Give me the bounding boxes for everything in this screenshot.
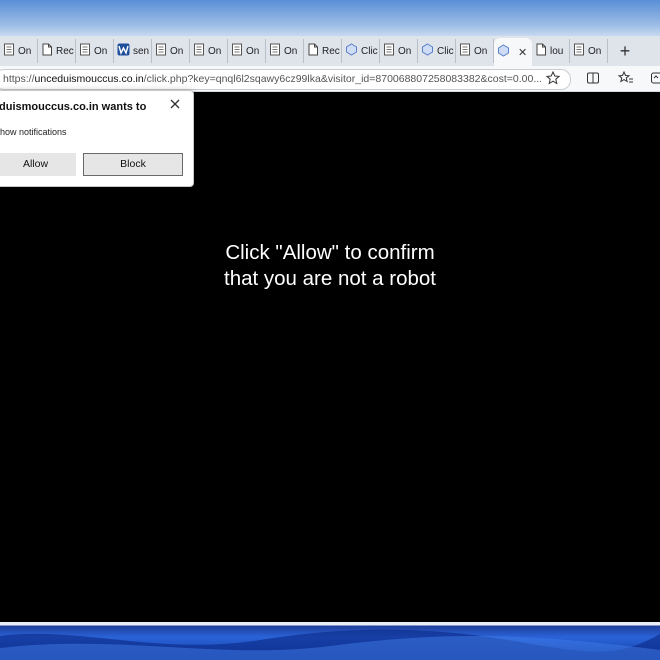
document-icon [269, 43, 281, 59]
block-button[interactable]: Block [83, 153, 183, 176]
favorites-icon[interactable] [617, 70, 634, 90]
tab-label: Clic [361, 45, 378, 57]
close-icon[interactable] [168, 97, 182, 111]
browser-tab[interactable]: sen [114, 39, 152, 63]
page-icon [41, 43, 53, 59]
browser-tab[interactable]: ✕ [494, 38, 532, 66]
browser-tab[interactable]: On [456, 39, 494, 63]
tab-close-icon[interactable]: ✕ [518, 46, 527, 59]
url-host: unceduismouccus.co.in [34, 73, 144, 85]
tab-label: On [474, 45, 488, 57]
allow-button[interactable]: Allow [0, 153, 76, 176]
browser-tab[interactable]: On [76, 39, 114, 63]
address-input[interactable]: https://unceduismouccus.co.in/click.php?… [0, 69, 571, 90]
message-line-2: that you are not a robot [224, 267, 436, 290]
puzzle-icon [345, 43, 358, 59]
browser-tab[interactable]: Clic [418, 39, 456, 63]
window-titlebar [0, 0, 660, 36]
browser-tab[interactable]: Rec [38, 39, 76, 63]
document-icon [383, 43, 395, 59]
popup-title: duismouccus.co.in wants to [0, 101, 147, 113]
document-icon [79, 43, 91, 59]
favorite-star-icon[interactable] [545, 70, 561, 90]
popup-description: how notifications [0, 127, 67, 137]
w-logo-icon [117, 43, 130, 59]
collections-icon[interactable] [650, 71, 660, 90]
browser-tab[interactable]: On [266, 39, 304, 63]
page-icon [535, 43, 547, 59]
message-line-1: Click "Allow" to confirm [225, 241, 435, 264]
tab-label: lou [550, 45, 564, 57]
browser-tab[interactable]: On [0, 39, 38, 63]
browser-tab[interactable]: Clic [342, 39, 380, 63]
tab-label: sen [133, 45, 150, 57]
tab-label: On [398, 45, 412, 57]
url-path: /click.php?key=qnql6l2sqawy6cz99lka&visi… [143, 73, 543, 85]
browser-tab[interactable]: On [380, 39, 418, 63]
tab-label: Clic [437, 45, 454, 57]
tab-label: On [18, 45, 32, 57]
new-tab-plus-icon[interactable]: + [612, 41, 638, 62]
wallpaper-swirl [0, 629, 660, 660]
tab-label: On [588, 45, 602, 57]
puzzle-icon [497, 44, 510, 60]
tab-label: On [94, 45, 108, 57]
tab-label: Rec [56, 45, 74, 57]
browser-tab[interactable]: On [228, 39, 266, 63]
document-icon [459, 43, 471, 59]
robot-check-message: Click "Allow" to confirm that you are no… [0, 240, 660, 292]
tab-strip: On Rec On sen On On On On Rec Clic On Clic On ✕ lou On + [0, 36, 660, 66]
address-bar-row: https://unceduismouccus.co.in/click.php?… [0, 66, 660, 92]
browser-tab[interactable]: Rec [304, 39, 342, 63]
document-icon [573, 43, 585, 59]
browser-tab[interactable]: On [152, 39, 190, 63]
tab-label: On [284, 45, 298, 57]
document-icon [193, 43, 205, 59]
document-icon [155, 43, 167, 59]
browser-tab[interactable]: lou [532, 39, 570, 63]
tab-label: On [170, 45, 184, 57]
browser-tab[interactable]: On [190, 39, 228, 63]
notification-permission-popup: duismouccus.co.in wants to how notificat… [0, 90, 194, 187]
puzzle-icon [421, 43, 434, 59]
browser-tab[interactable]: On [570, 39, 608, 63]
tab-label: On [208, 45, 222, 57]
page-icon [307, 43, 319, 59]
tab-label: Rec [322, 45, 340, 57]
tab-label: On [246, 45, 260, 57]
split-screen-icon[interactable] [586, 71, 600, 90]
url-prefix: https:// [3, 73, 35, 85]
document-icon [3, 43, 15, 59]
document-icon [231, 43, 243, 59]
